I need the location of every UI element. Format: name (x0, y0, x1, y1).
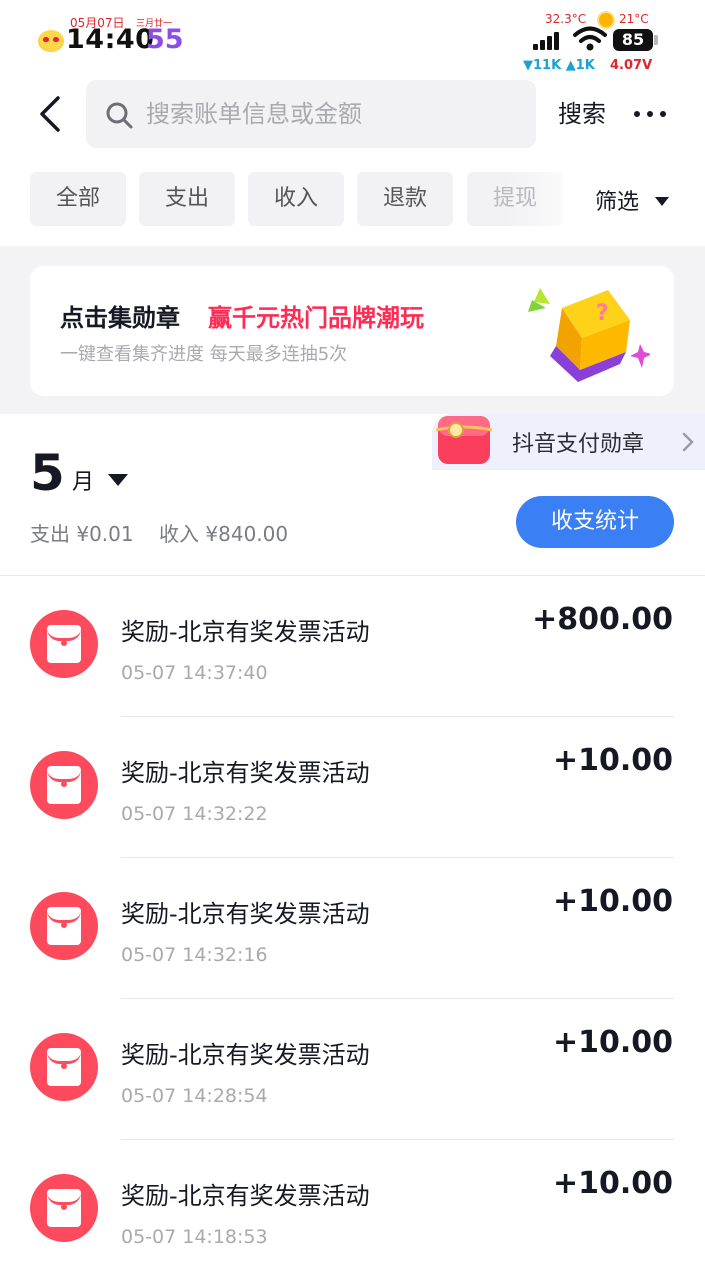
red-envelope-icon (30, 751, 98, 819)
status-net-speed: ▼11K ▲1K (523, 58, 595, 73)
transaction-title: 奖励-北京有奖发票活动 (121, 759, 370, 787)
battery-tip (654, 35, 658, 45)
transaction-row[interactable]: 奖励-北京有奖发票活动 05-07 14:32:16 +10.00 (0, 858, 705, 999)
back-arrow-icon[interactable] (30, 94, 70, 134)
month-unit[interactable]: 月 (72, 464, 94, 496)
search-box[interactable] (86, 80, 536, 148)
transaction-row[interactable]: 奖励-北京有奖发票活动 05-07 14:28:54 +10.00 (0, 999, 705, 1140)
red-envelope-icon (30, 892, 98, 960)
search-icon (106, 102, 133, 129)
transaction-time: 05-07 14:32:22 (121, 803, 268, 825)
promo-banner[interactable]: 点击集勋章 赢千元热门品牌潮玩 一键查看集齐进度 每天最多连抽5次 ? (30, 266, 674, 396)
transaction-amount: +10.00 (552, 1025, 673, 1060)
search-button[interactable]: 搜索 (558, 94, 606, 129)
status-time: 14:40 (66, 24, 155, 55)
filter-button[interactable]: 筛选 (595, 184, 639, 216)
more-options-icon[interactable] (630, 102, 670, 126)
battery-indicator: 85 (613, 29, 653, 51)
chevron-right-icon (682, 432, 694, 452)
month-expense-income-summary: 支出 ¥0.01 收入 ¥840.00 (30, 522, 289, 546)
badge-medal-icon (435, 416, 493, 464)
svg-text:?: ? (596, 301, 609, 326)
transaction-title: 奖励-北京有奖发票活动 (121, 900, 370, 928)
month-caret-down-icon[interactable] (108, 474, 128, 486)
income-expense-stats-button[interactable]: 收支统计 (516, 496, 674, 548)
transaction-time: 05-07 14:32:16 (121, 944, 268, 966)
tab-refund[interactable]: 退款 (357, 172, 453, 226)
search-header: 搜索 (0, 80, 705, 148)
promo-subtitle: 一键查看集齐进度 每天最多连抽5次 (60, 344, 348, 365)
transaction-amount: +10.00 (552, 743, 673, 778)
transaction-row[interactable]: 奖励-北京有奖发票活动 05-07 14:18:53 +10.00 (0, 1140, 705, 1280)
wifi-icon (573, 26, 607, 51)
red-envelope-icon (30, 1033, 98, 1101)
badge-label: 抖音支付勋章 (512, 432, 645, 457)
status-voltage: 4.07V (610, 58, 653, 73)
status-bar: 05月07日 三月廿一 14:40 55 32.3°C 21°C 85 ▼11K… (0, 0, 705, 73)
transaction-title: 奖励-北京有奖发票活动 (121, 1182, 370, 1210)
status-cpu-temperature: 32.3°C (545, 12, 587, 26)
status-seconds: 55 (146, 24, 184, 55)
month-number[interactable]: 5 (30, 444, 65, 502)
transaction-amount: +10.00 (552, 884, 673, 919)
search-input[interactable] (146, 80, 516, 148)
caret-down-icon[interactable] (655, 197, 669, 206)
signal-icon (533, 30, 565, 50)
transaction-time: 05-07 14:28:54 (121, 1085, 268, 1107)
promo-highlight: 赢千元热门品牌潮玩 (208, 304, 424, 332)
status-weather-temperature: 21°C (619, 12, 649, 26)
month-summary-section: 抖音支付勋章 5 月 支出 ¥0.01 收入 ¥840.00 收支统计 (0, 414, 705, 574)
transaction-time: 05-07 14:18:53 (121, 1226, 268, 1248)
promo-title: 点击集勋章 (60, 304, 180, 332)
red-envelope-icon (30, 610, 98, 678)
tab-all[interactable]: 全部 (30, 172, 126, 226)
red-envelope-icon (30, 1174, 98, 1242)
transaction-row[interactable]: 奖励-北京有奖发票活动 05-07 14:32:22 +10.00 (0, 717, 705, 858)
tab-income[interactable]: 收入 (248, 172, 344, 226)
tab-withdraw[interactable]: 提现 (467, 172, 563, 226)
transaction-amount: +10.00 (552, 1166, 673, 1201)
filter-tabs: 全部 支出 收入 退款 提现 筛选 (0, 172, 705, 226)
transaction-amount: +800.00 (532, 602, 673, 637)
tab-expense[interactable]: 支出 (139, 172, 235, 226)
payment-badge-entry[interactable]: 抖音支付勋章 (432, 414, 705, 470)
mystery-box-icon: ? (528, 288, 650, 382)
transaction-row[interactable]: 奖励-北京有奖发票活动 05-07 14:37:40 +800.00 (0, 576, 705, 717)
transaction-title: 奖励-北京有奖发票活动 (121, 1041, 370, 1069)
emoji-face-icon (38, 30, 64, 52)
sun-icon (599, 13, 613, 27)
transaction-time: 05-07 14:37:40 (121, 662, 268, 684)
transaction-title: 奖励-北京有奖发票活动 (121, 618, 370, 646)
